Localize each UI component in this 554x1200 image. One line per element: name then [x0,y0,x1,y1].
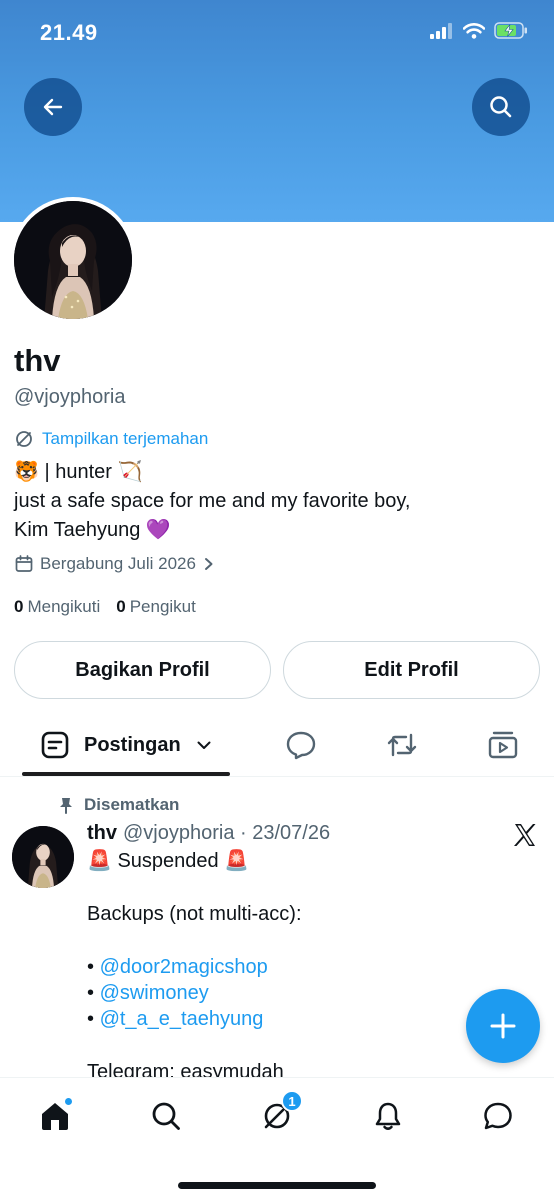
post-line: 🚨 Suspended 🚨 [87,850,250,872]
followers-label: Pengikut [129,597,196,616]
signal-icon [430,22,454,44]
profile-tabs: Postingan [0,713,554,777]
post-header: thv @vjoyphoria · 23/07/26 [87,822,330,845]
nav-grok[interactable]: 1 [257,1090,303,1136]
search-icon [152,1102,180,1130]
post-body[interactable]: 🚨 Suspended 🚨 Backups (not multi-acc): •… [87,848,527,1086]
tab-posts-label: Postingan [84,733,181,756]
followers-count: 0 [116,597,126,616]
back-button[interactable] [24,78,82,136]
tab-reposts[interactable] [384,727,420,763]
search-icon [490,96,512,118]
joined-date-row[interactable]: Bergabung Juli 2026 [14,554,216,574]
posts-icon [41,731,69,759]
post-line: Backups (not multi-acc): [87,902,302,925]
battery-icon [494,22,528,44]
edit-profile-button[interactable]: Edit Profil [283,641,540,699]
followers-link[interactable]: 0 Pengikut [116,597,196,617]
post-line [87,874,527,900]
bio-line: Kim Taehyung 💜 [14,519,171,541]
bio: 🐯 | hunter 🏹 just a safe space for me an… [14,458,534,545]
chevron-down-icon[interactable] [195,736,213,754]
translate-label: Tampilkan terjemahan [42,429,209,448]
post-meta: @vjoyphoria · 23/07/26 [123,822,331,844]
tab-posts[interactable]: Postingan [22,713,230,777]
status-icons [430,22,528,44]
wifi-icon [462,22,486,44]
following-label: Mengikuti [27,597,101,616]
pin-icon [60,798,72,814]
bell-icon [375,1102,401,1130]
mention-link[interactable]: @t_a_e_taehyung [100,1008,264,1030]
bottom-nav: 1 [0,1077,554,1200]
display-name: thv [14,343,61,378]
search-button[interactable] [472,78,530,136]
chevron-right-icon [204,558,213,570]
tab-replies[interactable] [283,727,319,763]
grok-badge: 1 [281,1090,303,1112]
pinned-indicator: Disematkan [58,795,179,815]
nav-notifications[interactable] [368,1096,408,1136]
post-mention-line: • @t_a_e_taehyung [87,1008,264,1031]
post-author-name[interactable]: thv [87,822,117,844]
translate-icon [16,431,32,447]
post-mention-line: • @door2magicshop [87,955,268,978]
pinned-label: Disematkan [84,795,180,814]
calendar-icon [15,555,33,572]
post-line [87,927,527,953]
mention-link[interactable]: @door2magicshop [100,956,268,978]
share-profile-button[interactable]: Bagikan Profil [14,641,271,699]
messages-icon [484,1102,512,1130]
post-line [87,1033,527,1059]
handle: @vjoyphoria [14,386,126,408]
bio-line: 🐯 | hunter 🏹 [14,461,143,483]
reply-icon [286,731,316,760]
nav-search[interactable] [146,1096,186,1136]
plus-icon [490,1013,516,1039]
translate-bio-link[interactable]: Tampilkan terjemahan [14,429,208,449]
avatar [14,201,132,319]
compose-button[interactable] [466,989,540,1063]
following-count: 0 [14,597,24,616]
following-link[interactable]: 0 Mengikuti [14,597,100,617]
post-avatar[interactable] [12,826,74,888]
post-mention-line: • @swimoney [87,981,209,1004]
arrow-left-icon [43,98,63,116]
follow-stats: 0 Mengikuti 0 Pengikut [14,597,196,617]
notification-dot [64,1097,73,1106]
active-tab-indicator [22,772,230,776]
home-indicator[interactable] [178,1182,376,1189]
tab-media[interactable] [485,727,521,763]
status-time: 21.49 [40,20,98,45]
nav-messages[interactable] [478,1096,518,1136]
profile-avatar[interactable] [10,197,136,323]
media-icon [488,731,518,759]
mention-link[interactable]: @swimoney [100,982,209,1004]
status-bar: 21.49 [0,0,554,70]
joined-label: Bergabung Juli 2026 [40,554,196,573]
nav-home[interactable] [35,1096,75,1136]
repost-icon [387,733,417,757]
bio-line: just a safe space for me and my favorite… [14,490,411,512]
